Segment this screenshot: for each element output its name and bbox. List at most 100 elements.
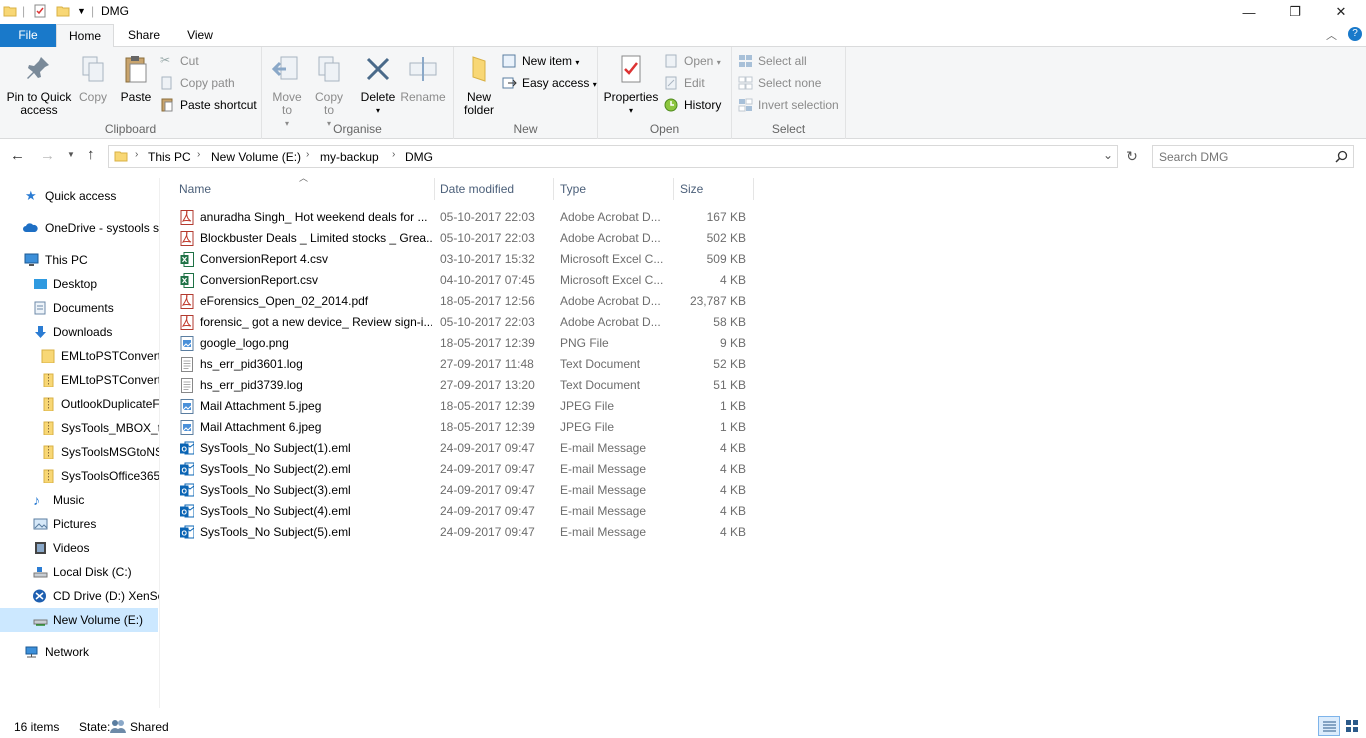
sidebar-item-folder[interactable]: EMLtoPSTConverte: [0, 368, 159, 392]
file-row[interactable]: O SysTools_No Subject(5).eml 24-09-2017 09…: [170, 522, 760, 543]
large-icons-view-button[interactable]: [1342, 716, 1362, 736]
breadcrumb-new-volume[interactable]: New Volume (E:): [211, 150, 301, 164]
back-arrow-icon[interactable]: ←: [10, 147, 25, 164]
sidebar-item-cd-drive[interactable]: CD Drive (D:) XenSer: [0, 584, 159, 608]
sidebar-item-quick-access[interactable]: ★ Quick access: [0, 184, 159, 208]
easy-access-button[interactable]: Easy access ▾: [502, 73, 597, 93]
file-row[interactable]: hs_err_pid3739.log 27-09-2017 13:20 Text D…: [170, 375, 760, 396]
file-row[interactable]: google_logo.png 18-05-2017 12:39 PNG File 9…: [170, 333, 760, 354]
select-all-button[interactable]: Select all: [738, 51, 807, 71]
help-icon[interactable]: ?: [1348, 27, 1362, 41]
chevron-up-icon[interactable]: ︿: [1326, 27, 1337, 43]
file-date: 24-09-2017 09:47: [440, 441, 535, 455]
file-row[interactable]: hs_err_pid3601.log 27-09-2017 11:48 Text D…: [170, 354, 760, 375]
recent-locations-chevron-icon[interactable]: ▼: [67, 150, 75, 159]
file-row[interactable]: O SysTools_No Subject(2).eml 24-09-2017 09…: [170, 459, 760, 480]
copy-path-button[interactable]: Copy path: [160, 73, 235, 93]
refresh-icon[interactable]: ↻: [1122, 148, 1142, 168]
file-size: 167 KB: [706, 210, 746, 224]
chevron-right-icon[interactable]: ›: [135, 149, 138, 160]
file-row[interactable]: O SysTools_No Subject(1).eml 24-09-2017 09…: [170, 438, 760, 459]
forward-arrow-icon[interactable]: →: [40, 147, 55, 164]
history-button[interactable]: History: [664, 95, 721, 115]
new-folder-icon[interactable]: [56, 4, 70, 18]
file-row[interactable]: eForensics_Open_02_2014.pdf 18-05-2017 12…: [170, 291, 760, 312]
pin-to-quick-access-button[interactable]: Pin to Quick access: [4, 53, 74, 117]
large-icons-view-icon: [1346, 720, 1358, 732]
sidebar-item-videos[interactable]: Videos: [0, 536, 159, 560]
breadcrumb-dmg[interactable]: DMG: [405, 150, 433, 164]
sidebar-item-desktop[interactable]: Desktop: [0, 272, 159, 296]
file-row[interactable]: ConversionReport 4.csv 03-10-2017 15:32 Mi…: [170, 249, 760, 270]
chevron-right-icon[interactable]: ›: [197, 149, 200, 160]
file-row[interactable]: Mail Attachment 5.jpeg 18-05-2017 12:39 JP…: [170, 396, 760, 417]
invert-selection-button[interactable]: Invert selection: [738, 95, 839, 115]
sidebar-item-this-pc[interactable]: This PC: [0, 248, 159, 272]
address-dropdown-chevron-icon[interactable]: ⌄: [1103, 148, 1113, 162]
properties-button[interactable]: Properties ▾: [602, 53, 660, 117]
sidebar-item-network[interactable]: Network: [0, 640, 159, 664]
tab-view[interactable]: View: [178, 24, 222, 47]
file-row[interactable]: ConversionReport.csv 04-10-2017 07:45 Micr…: [170, 270, 760, 291]
close-button[interactable]: ✕: [1318, 0, 1364, 24]
copy-path-icon: [161, 76, 172, 90]
cut-button[interactable]: ✂ Cut: [160, 51, 199, 71]
sidebar-item-documents[interactable]: Documents: [0, 296, 159, 320]
file-row[interactable]: O SysTools_No Subject(4).eml 24-09-2017 09…: [170, 501, 760, 522]
paste-shortcut-icon: [161, 98, 173, 112]
new-folder-button[interactable]: New folder: [460, 53, 498, 117]
chevron-right-icon[interactable]: ›: [306, 149, 309, 160]
sidebar-item-local-disk[interactable]: Local Disk (C:): [0, 560, 159, 584]
file-row[interactable]: anuradha Singh_ Hot weekend deals for ..…: [170, 207, 760, 228]
minimize-button[interactable]: —: [1226, 0, 1272, 24]
file-row[interactable]: Blockbuster Deals _ Limited stocks _ Gre…: [170, 228, 760, 249]
tab-home[interactable]: Home: [56, 24, 114, 48]
sidebar-item-folder[interactable]: SysToolsMSGtoNS: [0, 440, 159, 464]
sidebar-item-music[interactable]: ♪ Music: [0, 488, 159, 512]
edit-icon: [665, 76, 677, 90]
maximize-button[interactable]: ❐: [1272, 0, 1318, 24]
edit-button[interactable]: Edit: [664, 73, 705, 93]
column-header-date[interactable]: Date modified: [434, 178, 554, 200]
search-icon[interactable]: [1335, 150, 1348, 163]
sidebar-item-folder[interactable]: SysToolsOffice365I: [0, 464, 159, 488]
chevron-right-icon[interactable]: ›: [392, 149, 395, 160]
rename-button[interactable]: Rename: [400, 53, 446, 104]
sidebar-item-folder[interactable]: SysTools_MBOX_tc: [0, 416, 159, 440]
column-header-size[interactable]: Size: [674, 178, 754, 200]
search-box[interactable]: [1152, 145, 1354, 168]
sidebar-item-folder[interactable]: OutlookDuplicateF: [0, 392, 159, 416]
address-bar[interactable]: › This PC › New Volume (E:) › my-backup …: [108, 145, 1118, 168]
sidebar-item-onedrive[interactable]: OneDrive - systools sc: [0, 216, 159, 240]
copy-to-button[interactable]: Copy to ▾: [310, 53, 348, 130]
sidebar-item-folder[interactable]: EMLtoPSTConverte: [0, 344, 159, 368]
delete-button[interactable]: Delete ▾: [358, 53, 398, 117]
pdf-icon: [180, 210, 194, 225]
file-row[interactable]: O SysTools_No Subject(3).eml 24-09-2017 09…: [170, 480, 760, 501]
tab-share[interactable]: Share: [122, 24, 166, 47]
column-header-type[interactable]: Type: [554, 178, 674, 200]
file-name: SysTools_No Subject(5).eml: [200, 525, 351, 539]
copy-button[interactable]: Copy: [76, 53, 110, 104]
properties-icon[interactable]: [33, 4, 47, 18]
breadcrumb-my-backup[interactable]: my-backup: [320, 150, 379, 164]
sidebar-item-downloads[interactable]: Downloads: [0, 320, 159, 344]
open-button[interactable]: Open ▾: [664, 51, 721, 71]
move-to-button[interactable]: Move to ▾: [268, 53, 306, 130]
details-view-button[interactable]: [1318, 716, 1340, 736]
file-row[interactable]: Mail Attachment 6.jpeg 18-05-2017 12:39 JP…: [170, 417, 760, 438]
paste-button[interactable]: Paste: [116, 53, 156, 104]
new-item-button[interactable]: New item ▾: [502, 51, 579, 71]
customize-quick-access-icon[interactable]: ▼: [77, 6, 86, 16]
search-input[interactable]: [1159, 149, 1329, 164]
paste-shortcut-button[interactable]: Paste shortcut: [160, 95, 257, 115]
file-row[interactable]: forensic_ got a new device_ Review sign-…: [170, 312, 760, 333]
invert-selection-label: Invert selection: [758, 98, 839, 112]
sidebar-item-new-volume[interactable]: New Volume (E:): [0, 608, 158, 632]
breadcrumb-this-pc[interactable]: This PC: [148, 150, 191, 164]
column-header-name[interactable]: Name: [173, 178, 435, 200]
select-none-button[interactable]: Select none: [738, 73, 821, 93]
sidebar-item-pictures[interactable]: Pictures: [0, 512, 159, 536]
up-arrow-icon[interactable]: ↑: [87, 146, 95, 163]
tab-file[interactable]: File: [0, 24, 56, 47]
